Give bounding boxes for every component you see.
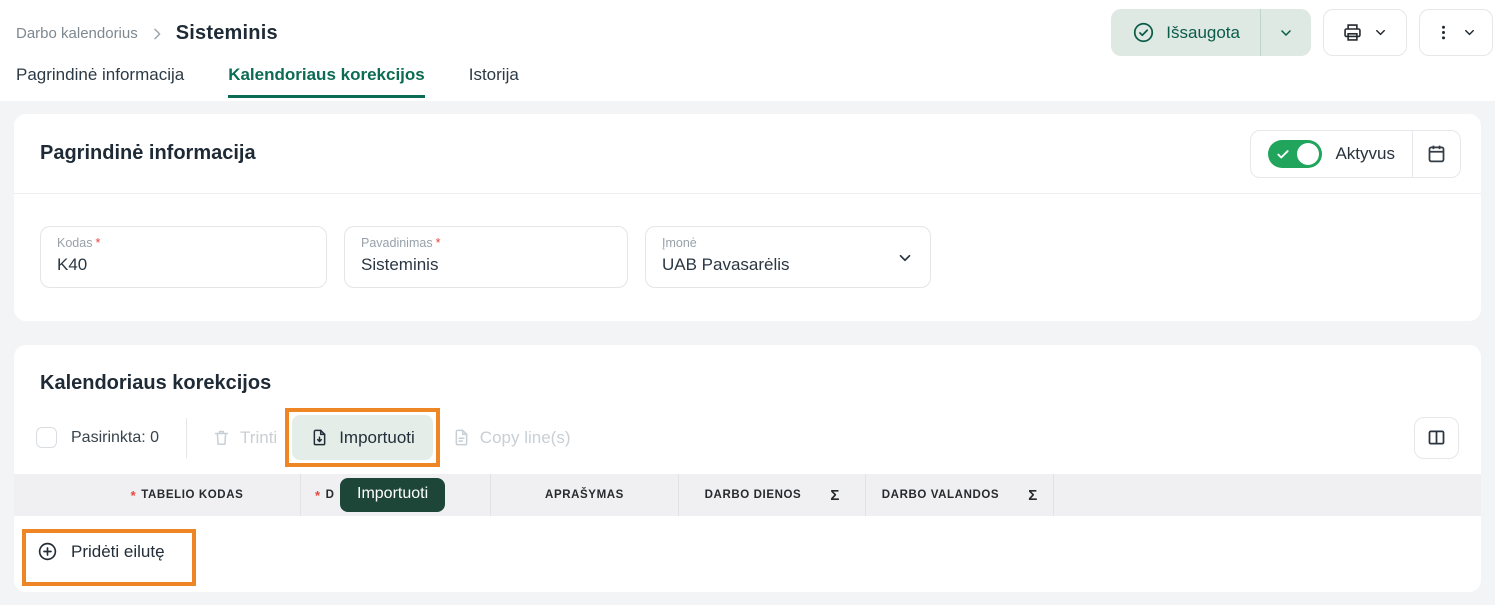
- corrections-card: Kalendoriaus korekcijos Pasirinkta: 0 Tr…: [14, 345, 1481, 592]
- main-info-fields: Kodas * K40 Pavadinimas * Sisteminis Įmo…: [14, 194, 1481, 321]
- chevron-down-icon: [1462, 25, 1477, 40]
- select-all-checkbox[interactable]: [36, 427, 57, 448]
- more-actions-button[interactable]: [1419, 9, 1493, 56]
- highlight-box-import: Importuoti: [285, 408, 440, 467]
- main-info-card: Pagrindinė informacija Aktyvus: [14, 114, 1481, 321]
- add-row-label: Pridėti eilutę: [71, 542, 165, 562]
- tab-calendar-corrections[interactable]: Kalendoriaus korekcijos: [228, 65, 425, 98]
- work-calendar-page: Darbo kalendorius Sisteminis Išsaugota: [0, 0, 1495, 592]
- card-title: Pagrindinė informacija: [40, 142, 256, 165]
- selected-count-label: Pasirinkta: 0: [71, 429, 159, 447]
- kebab-menu-icon: [1435, 24, 1452, 41]
- plus-circle-icon: [37, 541, 58, 562]
- breadcrumb-parent-link[interactable]: Darbo kalendorius: [16, 25, 138, 42]
- copy-lines-label: Copy line(s): [480, 428, 571, 448]
- tab-history[interactable]: Istorija: [469, 65, 519, 98]
- card-title: Kalendoriaus korekcijos: [14, 345, 1481, 395]
- highlight-box-add-row: Pridėti eilutę: [22, 529, 196, 586]
- tab-bar: Pagrindinė informacija Kalendoriaus kore…: [16, 65, 1479, 98]
- save-options-caret[interactable]: [1261, 9, 1311, 56]
- save-status-main[interactable]: Išsaugota: [1111, 22, 1260, 43]
- chevron-down-icon: [896, 249, 914, 267]
- column-header-tabelio-kodas[interactable]: * TABELIO KODAS: [14, 474, 300, 516]
- required-asterisk: *: [436, 236, 441, 251]
- column-header-darbo-valandos[interactable]: DARBO VALANDOS Σ: [865, 474, 1053, 516]
- active-toggle-label: Aktyvus: [1335, 144, 1395, 164]
- required-asterisk: *: [95, 236, 100, 251]
- page-title: Sisteminis: [176, 22, 278, 45]
- required-asterisk: *: [315, 488, 321, 503]
- company-select-label: Įmonė: [662, 236, 697, 251]
- main-content: Pagrindinė informacija Aktyvus: [0, 101, 1495, 592]
- code-field-label: Kodas: [57, 236, 92, 251]
- check-icon: [1276, 147, 1290, 161]
- column-settings-button[interactable]: [1414, 417, 1459, 459]
- code-field[interactable]: Kodas * K40: [40, 226, 327, 288]
- column-header-aprasymas[interactable]: APRAŠYMAS: [490, 474, 678, 516]
- add-row-button[interactable]: Pridėti eilutę: [37, 541, 165, 562]
- import-button[interactable]: Importuoti: [292, 415, 433, 460]
- divider: [186, 418, 187, 458]
- check-circle-icon: [1133, 22, 1154, 43]
- header-actions: Išsaugota: [1111, 9, 1493, 56]
- tab-main-info[interactable]: Pagrindinė informacija: [16, 65, 184, 98]
- sum-sigma-icon[interactable]: Σ: [1028, 487, 1037, 504]
- status-box: Aktyvus: [1250, 130, 1461, 178]
- split-columns-icon: [1426, 427, 1447, 448]
- save-status-button[interactable]: Išsaugota: [1111, 9, 1311, 56]
- name-field-value: Sisteminis: [361, 255, 611, 275]
- print-button[interactable]: [1323, 9, 1407, 56]
- sum-sigma-icon[interactable]: Σ: [830, 487, 839, 504]
- calendar-icon: [1426, 143, 1447, 164]
- name-field[interactable]: Pavadinimas * Sisteminis: [344, 226, 628, 288]
- copy-lines-button[interactable]: Copy line(s): [452, 428, 571, 448]
- delete-button-label: Trinti: [240, 428, 277, 448]
- toggle-knob: [1297, 143, 1319, 165]
- main-info-card-header: Pagrindinė informacija Aktyvus: [14, 114, 1481, 194]
- company-select-value: UAB Pavasarėlis: [662, 255, 914, 275]
- import-button-label: Importuoti: [339, 428, 415, 448]
- file-import-icon: [310, 428, 329, 447]
- chevron-down-icon: [1373, 25, 1388, 40]
- code-field-value: K40: [57, 255, 310, 275]
- chevron-down-icon: [1278, 25, 1294, 41]
- calendar-button[interactable]: [1413, 131, 1460, 177]
- column-header-filler: [1053, 474, 1481, 516]
- active-toggle[interactable]: [1268, 140, 1322, 168]
- printer-icon: [1342, 22, 1363, 43]
- chevron-right-icon: [149, 26, 165, 42]
- required-asterisk: *: [131, 488, 137, 503]
- company-select[interactable]: Įmonė UAB Pavasarėlis: [645, 226, 931, 288]
- import-tooltip: Importuoti: [340, 478, 445, 512]
- column-header-darbo-dienos[interactable]: DARBO DIENOS Σ: [678, 474, 865, 516]
- name-field-label: Pavadinimas: [361, 236, 433, 251]
- delete-button[interactable]: Trinti: [212, 428, 277, 448]
- corrections-toolbar: Pasirinkta: 0 Trinti Importuoti: [14, 408, 1481, 467]
- active-toggle-group[interactable]: Aktyvus: [1251, 140, 1412, 168]
- table-header-row: * TABELIO KODAS * D APRAŠYMAS DARBO DIEN…: [14, 474, 1481, 516]
- trash-icon: [212, 428, 231, 447]
- copy-file-icon: [452, 428, 471, 447]
- page-header: Darbo kalendorius Sisteminis Išsaugota: [0, 0, 1495, 101]
- save-status-label: Išsaugota: [1166, 23, 1240, 43]
